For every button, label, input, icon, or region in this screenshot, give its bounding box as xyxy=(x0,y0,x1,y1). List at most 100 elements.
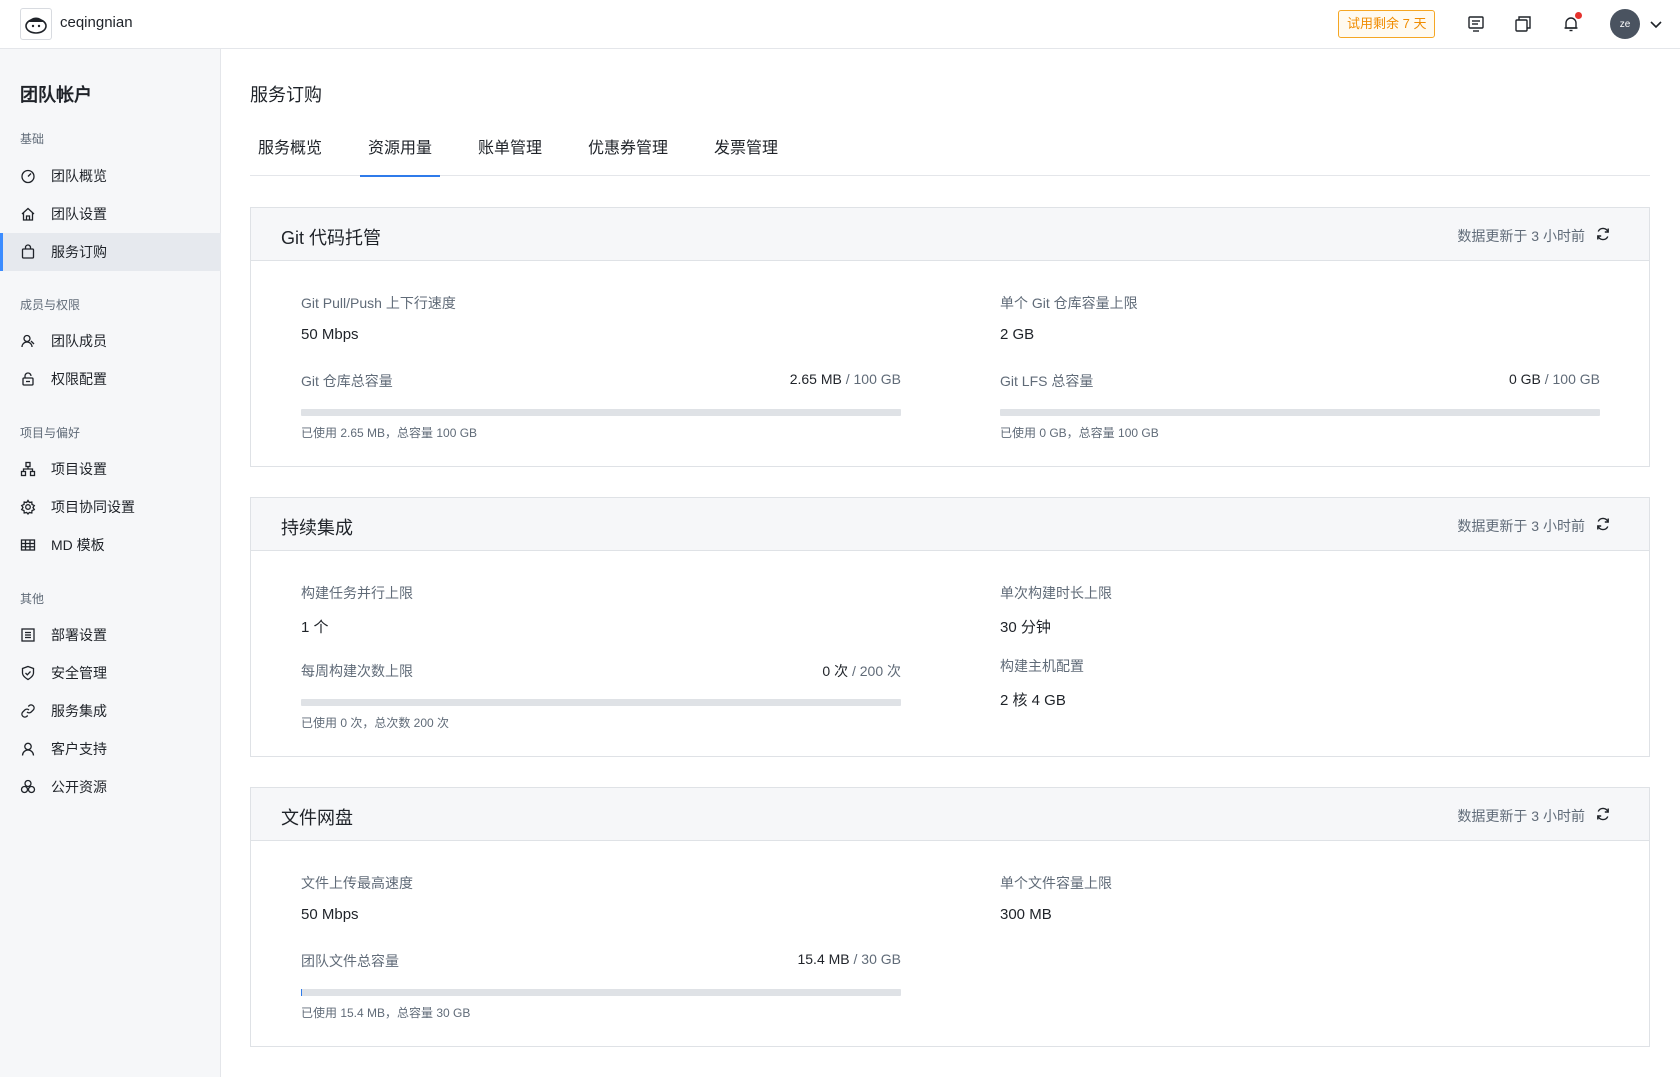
sidebar-item-team-overview[interactable]: 团队概览 xyxy=(0,157,221,195)
usage-separator: / xyxy=(851,663,856,679)
main-content: 服务订购 服务概览 资源用量 账单管理 优惠券管理 发票管理 Git 代码托管 … xyxy=(221,49,1680,1077)
usage-note: 已使用 0 次，总次数 200 次 xyxy=(301,716,450,730)
sidebar-item-label: 团队概览 xyxy=(51,168,107,184)
sidebar-item-label: 项目协同设置 xyxy=(51,499,135,515)
table-icon xyxy=(20,537,36,553)
tab-service-overview[interactable]: 服务概览 xyxy=(258,132,322,176)
usage-used: 15.4 MB xyxy=(797,951,850,967)
updated-text: 数据更新于 3 小时前 xyxy=(1457,808,1585,824)
usage-total: 200 次 xyxy=(859,663,901,679)
metric-value: 50 Mbps xyxy=(301,906,359,923)
shield-icon xyxy=(20,665,36,681)
usage-label: Git LFS 总容量 xyxy=(1000,373,1094,389)
card-title: Git 代码托管 xyxy=(281,228,382,248)
usage-values: 0 GB / 100 GB xyxy=(1509,371,1600,391)
sidebar-group-members: 成员与权限 xyxy=(20,298,81,312)
gear-icon xyxy=(20,499,36,515)
metric-build-host-config: 构建主机配置 2 核 4 GB xyxy=(1000,656,1084,710)
metric-value: 30 分钟 xyxy=(1000,619,1051,636)
home-icon xyxy=(20,206,36,222)
metric-pull-push-speed: Git Pull/Push 上下行速度 50 Mbps xyxy=(301,293,456,343)
sidebar-item-label: 服务订购 xyxy=(51,244,107,260)
usage-note: 已使用 2.65 MB，总容量 100 GB xyxy=(301,426,478,440)
usage-progress-bar xyxy=(1000,409,1600,416)
sidebar-item-permissions[interactable]: 权限配置 xyxy=(0,360,221,398)
refresh-icon[interactable] xyxy=(1595,226,1611,242)
sidebar-item-service-subscription[interactable]: 服务订购 xyxy=(0,233,221,271)
sidebar-item-label: 部署设置 xyxy=(51,627,107,643)
ci-card: 持续集成 数据更新于 3 小时前 构建任务并行上限 1 个 单次构建时长上限 3… xyxy=(250,497,1650,757)
usage-separator: / xyxy=(1544,371,1549,387)
chevron-down-icon[interactable] xyxy=(1647,15,1665,33)
sidebar-item-customer-support[interactable]: 客户支持 xyxy=(0,730,221,768)
usage-git-lfs-total: Git LFS 总容量 0 GB / 100 GB 已使用 0 GB，总容量 1… xyxy=(1000,371,1600,441)
sidebar-item-label: 服务集成 xyxy=(51,703,107,719)
updated-text: 数据更新于 3 小时前 xyxy=(1457,228,1585,244)
card-header: Git 代码托管 数据更新于 3 小时前 xyxy=(251,208,1649,261)
cubes-icon xyxy=(20,779,36,795)
sidebar-item-project-settings[interactable]: 项目设置 xyxy=(0,450,221,488)
metric-label: 单个文件容量上限 xyxy=(1000,875,1112,891)
metric-value: 50 Mbps xyxy=(301,326,359,343)
doc-icon[interactable] xyxy=(1464,12,1488,36)
sidebar-item-collab-settings[interactable]: 项目协同设置 xyxy=(0,488,221,526)
page-title: 服务订购 xyxy=(250,85,322,105)
sidebar-item-label: 团队设置 xyxy=(51,206,107,222)
usage-values: 2.65 MB / 100 GB xyxy=(790,371,901,391)
metric-build-duration-limit: 单次构建时长上限 30 分钟 xyxy=(1000,583,1112,637)
usage-label: 每周构建次数上限 xyxy=(301,663,413,679)
sidebar-title: 团队帐户 xyxy=(20,85,92,105)
trial-badge[interactable]: 试用剩余 7 天 xyxy=(1338,10,1436,38)
metric-label: Git Pull/Push 上下行速度 xyxy=(301,295,456,311)
sidebar-item-team-members[interactable]: 团队成员 xyxy=(0,322,221,360)
metric-label: 构建任务并行上限 xyxy=(301,585,413,601)
updated-text: 数据更新于 3 小时前 xyxy=(1457,518,1585,534)
team-name[interactable]: ceqingnian xyxy=(60,14,133,31)
lock-icon xyxy=(20,371,36,387)
tab-resource-usage[interactable]: 资源用量 xyxy=(359,132,441,177)
metric-value: 2 GB xyxy=(1000,326,1035,343)
metric-value: 2 核 4 GB xyxy=(1000,692,1066,709)
sidebar-item-label: 安全管理 xyxy=(51,665,107,681)
usage-label: 团队文件总容量 xyxy=(301,953,399,969)
avatar[interactable]: ze xyxy=(1610,9,1640,39)
refresh-icon[interactable] xyxy=(1595,806,1611,822)
tab-coupons[interactable]: 优惠券管理 xyxy=(588,132,668,176)
team-logo[interactable] xyxy=(20,8,52,40)
metric-label: 构建主机配置 xyxy=(1000,658,1084,674)
tab-billing[interactable]: 账单管理 xyxy=(478,132,542,176)
copy-icon[interactable] xyxy=(1511,12,1535,36)
metric-single-repo-limit: 单个 Git 仓库容量上限 2 GB xyxy=(1000,293,1138,343)
sidebar-group-other: 其他 xyxy=(20,592,45,606)
sidebar-item-public-resources[interactable]: 公开资源 xyxy=(0,768,221,806)
tab-bar: 服务概览 资源用量 账单管理 优惠券管理 发票管理 xyxy=(250,132,1650,177)
refresh-icon[interactable] xyxy=(1595,516,1611,532)
sidebar-item-md-template[interactable]: MD 模板 xyxy=(0,526,221,564)
sidebar-group-basic: 基础 xyxy=(20,132,45,146)
tab-invoices[interactable]: 发票管理 xyxy=(714,132,778,176)
hierarchy-icon xyxy=(20,461,36,477)
metric-value: 1 个 xyxy=(301,619,329,636)
metric-upload-speed: 文件上传最高速度 50 Mbps xyxy=(301,873,413,923)
usage-note: 已使用 0 GB，总容量 100 GB xyxy=(1000,426,1159,440)
metric-build-parallel-limit: 构建任务并行上限 1 个 xyxy=(301,583,413,637)
usage-progress-bar xyxy=(301,409,901,416)
usage-total: 30 GB xyxy=(861,951,901,967)
dashboard-icon xyxy=(20,168,36,184)
usage-used: 0 GB xyxy=(1508,371,1541,387)
sidebar-item-team-settings[interactable]: 团队设置 xyxy=(0,195,221,233)
usage-used: 2.65 MB xyxy=(789,371,842,387)
usage-separator: / xyxy=(853,951,858,967)
sidebar-item-integrations[interactable]: 服务集成 xyxy=(0,692,221,730)
usage-separator: / xyxy=(845,371,850,387)
sidebar-item-deploy-settings[interactable]: 部署设置 xyxy=(0,616,221,654)
usage-note: 已使用 15.4 MB，总容量 30 GB xyxy=(301,1006,471,1020)
user-icon xyxy=(20,741,36,757)
bell-icon[interactable] xyxy=(1559,12,1583,36)
notification-dot xyxy=(1575,12,1582,19)
link-icon xyxy=(20,703,36,719)
usage-weekly-builds: 每周构建次数上限 0 次 / 200 次 已使用 0 次，总次数 200 次 xyxy=(301,661,901,731)
sidebar-item-label: MD 模板 xyxy=(51,537,105,553)
sidebar-item-security[interactable]: 安全管理 xyxy=(0,654,221,692)
sidebar-item-label: 团队成员 xyxy=(51,333,107,349)
